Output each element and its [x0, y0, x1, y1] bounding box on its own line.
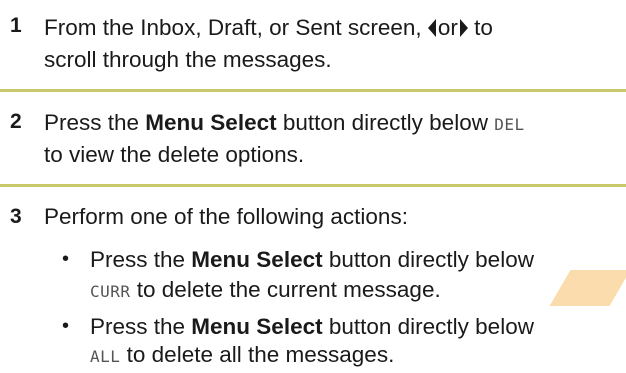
step-text: to delete all the messages.	[120, 342, 395, 367]
step-number: 3	[10, 205, 22, 228]
lcd-label: CURR	[90, 282, 131, 301]
menu-select-label: Menu Select	[145, 110, 277, 135]
step-text: to	[467, 15, 493, 40]
step-text-line: to view the delete options.	[44, 142, 305, 167]
step-number: 1	[10, 14, 22, 37]
menu-select-label: Menu Select	[191, 314, 323, 339]
right-arrow-icon	[459, 19, 468, 37]
step-text-line: scroll through the messages.	[44, 47, 332, 72]
lcd-label: DEL	[494, 115, 525, 134]
lcd-label: ALL	[90, 347, 121, 366]
divider	[0, 184, 626, 187]
step-text-line: Press the Menu Select button directly be…	[44, 107, 525, 141]
step-text-line: From the Inbox, Draft, or Sent screen, o…	[44, 12, 493, 44]
step-text: button directly below	[322, 314, 534, 339]
left-arrow-icon	[427, 19, 436, 37]
step-text: to delete the current message.	[130, 277, 441, 302]
bullet-text-line: Press the Menu Select button directly be…	[90, 244, 534, 276]
step-text: button directly below	[322, 247, 534, 272]
bullet: •	[62, 248, 70, 270]
step-text: button directly below	[276, 110, 495, 135]
step-text: Press the	[90, 314, 192, 339]
step-text: Press the	[90, 247, 192, 272]
watermark	[549, 270, 626, 306]
step-number: 2	[10, 110, 22, 133]
step-text: Press the	[44, 110, 146, 135]
step-text: From the Inbox, Draft, or Sent screen,	[44, 15, 428, 40]
divider	[0, 89, 626, 92]
menu-select-label: Menu Select	[191, 247, 323, 272]
step-text-line: Perform one of the following actions:	[44, 204, 408, 229]
bullet: •	[62, 315, 70, 337]
bullet-text-line: CURR to delete the current message.	[90, 274, 441, 308]
bullet-text-line: ALL to delete all the messages.	[90, 339, 394, 373]
step-text: or	[437, 15, 458, 40]
